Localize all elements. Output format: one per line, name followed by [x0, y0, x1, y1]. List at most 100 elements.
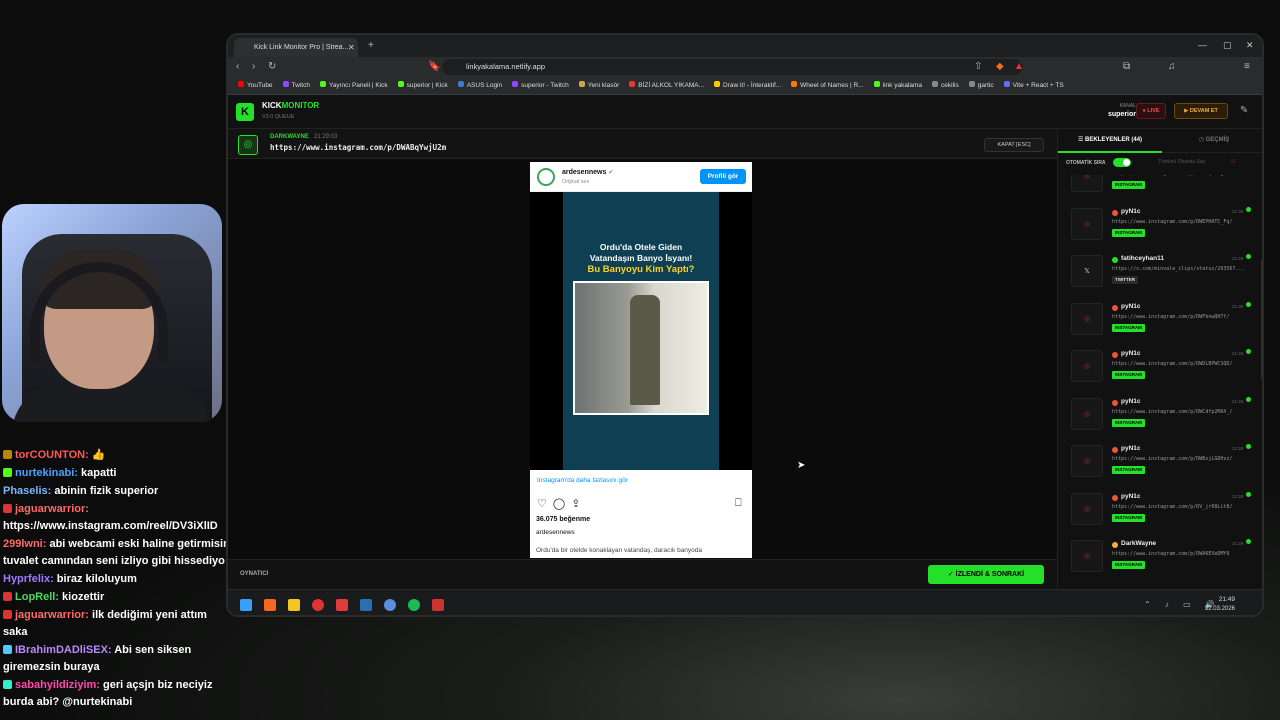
bookmark-item[interactable]: gartic [968, 77, 994, 94]
continue-button[interactable]: ▶ DEVAM ET [1174, 103, 1228, 119]
like-icon[interactable]: ♡ [537, 498, 553, 510]
current-link-url[interactable]: https://www.instagram.com/p/DWABqYwjU2m [270, 143, 446, 152]
brave-icon[interactable] [264, 599, 276, 611]
chat-badge-icon [3, 450, 12, 459]
close-button[interactable]: KAPAT [ESC] [984, 138, 1044, 152]
account-name[interactable]: ardesennews ✔ [562, 169, 613, 176]
queue-item[interactable]: ◎ pyN1c 21:29 https://www.instagram.com/p/D… [1066, 395, 1256, 439]
share-icon[interactable]: ⇪ [571, 498, 586, 510]
user-badge-icon [1112, 399, 1118, 406]
queue-item[interactable]: ◎ pyN1c 21:30 https://www.instagram.com/p/D… [1066, 205, 1256, 249]
minimize-icon[interactable]: — [1198, 40, 1207, 50]
bookmark-item[interactable]: Yeni klasör [578, 77, 620, 94]
bookmark-item[interactable]: Yayıncı Paneli | Kick [319, 77, 388, 94]
tab-waiting[interactable]: ☰ BEKLEYENLER (44) [1058, 129, 1162, 153]
new-tab-button[interactable]: + [368, 40, 374, 51]
auto-queue-toggle[interactable] [1113, 158, 1131, 167]
view-profile-button[interactable]: Profili gör [700, 169, 746, 184]
bookmark-item[interactable]: link yakalama [873, 77, 922, 94]
brave-shield-icon[interactable]: ◆ [996, 61, 1004, 72]
account-avatar[interactable] [537, 168, 555, 186]
clock-date[interactable]: 22.03.2026 [1195, 606, 1235, 612]
share-icon[interactable]: ⇧ [974, 61, 982, 72]
bookmark-item[interactable]: Wheel of Names | R... [791, 77, 864, 94]
rewards-icon[interactable]: ▲ [1014, 61, 1024, 72]
queue-item[interactable]: ◎ pyN1c 21:30 https://www.instagram.com/p/D… [1066, 300, 1256, 344]
tab-history[interactable]: ◷ GEÇMİŞ [1162, 129, 1262, 153]
queue-user: pyN1c [1121, 492, 1141, 500]
queue-url[interactable]: https://www.instagram.com/p/DWA6EXeDMY9 [1112, 551, 1254, 557]
bookmark-item[interactable]: cekilis [932, 77, 959, 94]
queue-url[interactable]: https://www.instagram.com/p/DWCdfp2MAX_/ [1112, 409, 1254, 415]
live-button[interactable]: ● LIVE [1136, 103, 1166, 119]
queue-url[interactable]: https://www.instagram.com/p/DV_jr68Lit8/ [1112, 504, 1254, 510]
instagram-embed: ardesennews ✔ Orijinal ses Profili gör O… [530, 162, 752, 558]
queue-item[interactable]: ◎ pyN1c 21:29 https://www.instagram.com/p/D… [1066, 347, 1256, 391]
queue-url[interactable]: https://www.instagram.com/p/DWFbnwQH7f/ [1112, 314, 1254, 320]
queue-url[interactable]: https://www.instagram.com/p/DWcFqFbCgUb/ [1112, 175, 1254, 177]
platform-tag: INSTAGRAM [1112, 418, 1145, 427]
chat-username: 299lwni: [3, 538, 47, 550]
queue-item[interactable]: 𝕏fatihceyhan11 21:29 https://x.com/minvale… [1066, 252, 1256, 296]
menu-icon[interactable]: ≡ [1244, 61, 1250, 72]
close-window-icon[interactable]: ✕ [1246, 40, 1254, 51]
tab-close-icon[interactable]: ✕ [348, 43, 355, 52]
app-icon-blue[interactable] [384, 599, 396, 611]
extensions-icon[interactable]: ⧉ [1123, 61, 1130, 72]
caption-user[interactable]: ardesennews [536, 529, 575, 536]
bookmark-item[interactable]: Twitch [282, 77, 310, 94]
watched-next-button[interactable]: ✓ İZLENDİ & SONRAKİ [928, 565, 1044, 584]
maximize-icon[interactable]: ▢ [1223, 40, 1232, 51]
reload-icon[interactable]: ↻ [268, 61, 276, 72]
bookmark-item[interactable]: Vite + React + TS [1003, 77, 1064, 94]
comment-icon[interactable]: ◯ [553, 498, 571, 510]
queue-item[interactable]: ◎ pyN1c 21:29 https://www.instagram.com/p/D… [1066, 442, 1256, 486]
address-bar-row: ‹ › ↻ 🔖 linkyakalama.netlify.app ⇧ ◆ ▲ ⧉… [228, 57, 1262, 77]
queue-url[interactable]: https://www.instagram.com/p/DWBzjLGDHzz/ [1112, 456, 1254, 462]
forward-icon[interactable]: › [252, 61, 255, 72]
spotify-icon[interactable] [408, 599, 420, 611]
platform-tag: INSTAGRAM [1112, 323, 1145, 332]
queue-url[interactable]: https://www.instagram.com/p/DWDLBPWCSQD/ [1112, 361, 1254, 367]
queue-item[interactable]: ◎ DarkWayne 21:29 https://www.instagram.com… [1066, 537, 1256, 581]
clock-time[interactable]: 21:49 [1205, 596, 1235, 603]
music-icon[interactable]: ♫ [1168, 61, 1176, 72]
bookmark-item[interactable]: superior - Twitch [512, 77, 569, 94]
save-icon[interactable]: ⎕ [735, 497, 742, 510]
start-icon[interactable] [240, 599, 252, 611]
url-input[interactable]: linkyakalama.netlify.app [442, 59, 1022, 75]
file-explorer-icon[interactable] [288, 599, 300, 611]
queue-scrollbar[interactable] [1261, 259, 1262, 379]
app-icon-red[interactable] [312, 599, 324, 611]
chat-message: 299lwni: abi webcami eski haline getirmi… [3, 536, 233, 570]
reel-video[interactable]: Ordu'da Otele Giden Vatandaşın Banyo İsya… [563, 192, 719, 470]
app-icon-recorder[interactable] [432, 599, 444, 611]
mark-all-read-button[interactable]: Tümünü Okundu Say [1158, 159, 1205, 165]
bookmark-item[interactable]: Draw it! - İnteraktif... [714, 77, 781, 94]
user-badge-icon [1112, 542, 1118, 548]
queue-url[interactable]: https://www.instagram.com/p/DWEPHATC_Fq/ [1112, 219, 1254, 225]
mouse-cursor-icon: ➤ [797, 460, 806, 471]
bookmark-item[interactable]: ASUS Login [457, 77, 502, 94]
bookmark-icon[interactable]: 🔖 [428, 61, 440, 72]
audio-label[interactable]: Orijinal ses [562, 179, 589, 185]
view-more-link[interactable]: Instagram'da daha fazlasını gör [537, 477, 628, 484]
back-icon[interactable]: ‹ [236, 61, 239, 72]
bookmark-item[interactable]: YouTube [238, 77, 273, 94]
bookmark-item[interactable]: BİZİ ALKOL YIKAMA... [629, 77, 704, 94]
queue-item[interactable]: ◎ pyN1c 21:29 https://www.instagram.com/p/D… [1066, 490, 1256, 534]
bookmark-label: superior - Twitch [521, 82, 569, 89]
user-badge-icon [1112, 209, 1118, 216]
app-icon-chat[interactable] [336, 599, 348, 611]
chat-icon[interactable]: ✎ [1240, 105, 1248, 116]
queue-url[interactable]: https://x.com/minvale_clips/status/20356… [1112, 266, 1254, 272]
chat-username: Phaselis: [3, 485, 52, 497]
steam-icon[interactable] [360, 599, 372, 611]
queue-item[interactable]: ◎ https://www.instagram.com/p/DWcFqFbCgUb… [1066, 175, 1256, 201]
bookmark-label: Yeni klasör [587, 82, 620, 89]
chat-badge-icon [3, 610, 12, 619]
browser-tab[interactable]: Kick Link Monitor Pro | Strea... [234, 38, 358, 57]
delete-all-button[interactable]: Sil [1230, 159, 1236, 165]
queue-time: 21:29 [1232, 256, 1244, 261]
bookmark-item[interactable]: superior | Kick [397, 77, 448, 94]
